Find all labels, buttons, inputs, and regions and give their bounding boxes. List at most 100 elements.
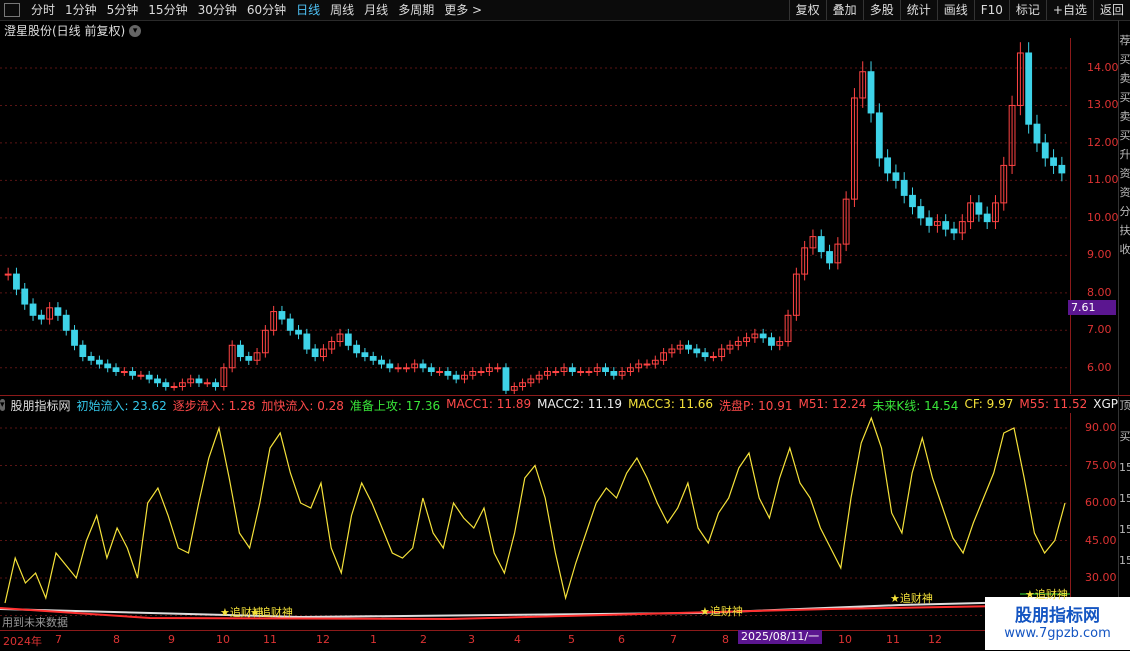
candle-body xyxy=(502,367,510,391)
side-strip-char[interactable]: 分 xyxy=(1119,205,1130,218)
candle-body xyxy=(286,318,294,331)
candle-body xyxy=(353,344,361,354)
date-label: 10 xyxy=(216,633,230,646)
date-label: 2024年 xyxy=(3,635,42,648)
period-tab-9[interactable]: 多周期 xyxy=(393,0,439,20)
candle-body xyxy=(685,344,692,350)
side-strip-char[interactable]: 买 xyxy=(1119,129,1130,142)
period-tab-1[interactable]: 1分钟 xyxy=(60,0,102,20)
candle-body xyxy=(884,157,892,174)
signal-annotation: ★追财神 xyxy=(890,592,933,605)
price-tick: 7.00 xyxy=(1087,323,1112,337)
period-tab-5[interactable]: 60分钟 xyxy=(242,0,291,20)
candle-body xyxy=(162,382,170,388)
candle-body xyxy=(909,194,916,208)
candle-body xyxy=(278,311,286,320)
toolbar-action-7[interactable]: +自选 xyxy=(1045,0,1093,20)
candle-body xyxy=(1041,142,1049,159)
toolbar-action-5[interactable]: F10 xyxy=(973,0,1009,20)
candle-body xyxy=(170,386,178,389)
candle-body xyxy=(477,371,485,374)
chevron-down-icon[interactable]: ▾ xyxy=(0,399,5,411)
indicator-tick: 45.00 xyxy=(1085,533,1117,547)
candle-body xyxy=(1033,123,1041,144)
candle-body xyxy=(975,202,983,215)
candle-body xyxy=(369,356,377,361)
candle-body xyxy=(817,236,825,253)
candle-body xyxy=(419,363,427,369)
toolbar-action-8[interactable]: 返回 xyxy=(1092,0,1130,20)
toolbar-action-4[interactable]: 画线 xyxy=(936,0,974,20)
toolbar-action-3[interactable]: 统计 xyxy=(899,0,937,20)
side-strip-char[interactable]: 扶 xyxy=(1119,224,1130,237)
price-tick: 8.00 xyxy=(1087,285,1112,299)
watermark-title: 股朋指标网 xyxy=(1015,606,1100,626)
date-cursor-label: 2025/08/11/一 xyxy=(738,630,823,644)
indicator-value: 逐步流入: 1.28 xyxy=(172,398,256,413)
signal-annotation: ★追财神 xyxy=(250,606,293,619)
toolbar-action-1[interactable]: 叠加 xyxy=(825,0,863,20)
toolbar-action-6[interactable]: 标记 xyxy=(1008,0,1046,20)
side-strip-char[interactable]: 升 xyxy=(1119,148,1130,161)
date-label: 3 xyxy=(468,633,475,646)
stock-title-text: 澄星股份(日线 前复权) xyxy=(4,24,126,38)
period-tab-0[interactable]: 分时 xyxy=(26,0,60,20)
price-tick: 13.00 xyxy=(1087,98,1119,112)
date-label: 7 xyxy=(55,633,62,646)
indicator-value: MACC1: 11.89 xyxy=(446,397,532,411)
indicator-value: 未来K线: 14.54 xyxy=(872,398,959,413)
indicator-side-char: 15 xyxy=(1119,523,1130,536)
toolbar-action-0[interactable]: 复权 xyxy=(788,0,826,20)
price-chart[interactable] xyxy=(0,38,1070,394)
indicator-tick: 75.00 xyxy=(1085,458,1117,472)
side-strip-char[interactable]: 资 xyxy=(1119,186,1130,199)
indicator-side-strip: 顶买 15 15 15 15 xyxy=(1118,397,1130,627)
candle-body xyxy=(386,363,394,369)
stock-title[interactable]: 澄星股份(日线 前复权) ▾ xyxy=(4,22,142,39)
candle-body xyxy=(427,367,435,373)
candle-body xyxy=(79,344,87,358)
candle-body xyxy=(237,344,244,358)
date-label: 4 xyxy=(514,633,521,646)
candle-body xyxy=(62,314,70,331)
side-strip-char[interactable]: 买 xyxy=(1119,53,1130,66)
date-label: 6 xyxy=(618,633,625,646)
indicator-tick: 30.00 xyxy=(1085,571,1117,584)
candle-body xyxy=(137,374,145,377)
side-strip-char[interactable]: 买 xyxy=(1119,91,1130,104)
window-icon[interactable] xyxy=(4,3,20,17)
action-buttons: 复权 叠加 多股 统计 画线 F10 标记 +自选 返回 xyxy=(788,0,1130,20)
candle-body xyxy=(203,382,211,385)
date-axis: 2024年789101112123456789101112 xyxy=(0,630,1070,651)
candle-body xyxy=(195,378,203,384)
period-tab-2[interactable]: 5分钟 xyxy=(102,0,144,20)
indicator-value: M55: 11.52 xyxy=(1019,397,1088,411)
period-tab-10[interactable]: 更多 > xyxy=(439,0,487,20)
period-tab-3[interactable]: 15分钟 xyxy=(143,0,192,20)
side-tool-strip[interactable]: 荐买卖买卖买升资资分扶收 xyxy=(1118,20,1130,396)
side-strip-char[interactable]: 收 xyxy=(1119,243,1130,256)
period-tab-7[interactable]: 周线 xyxy=(325,0,359,20)
side-strip-char[interactable]: 卖 xyxy=(1119,110,1130,123)
candle-body xyxy=(577,371,585,374)
pane-divider[interactable] xyxy=(0,395,1130,396)
toolbar-action-2[interactable]: 多股 xyxy=(862,0,900,20)
side-strip-char[interactable]: 卖 xyxy=(1119,72,1130,85)
period-tab-4[interactable]: 30分钟 xyxy=(193,0,242,20)
candle-body xyxy=(942,221,950,230)
candle-body xyxy=(1050,157,1057,166)
price-tick: 12.00 xyxy=(1087,135,1119,149)
indicator-name[interactable]: 股朋指标网 xyxy=(11,397,71,413)
side-strip-char[interactable]: 荐 xyxy=(1119,34,1130,47)
chevron-down-icon[interactable]: ▾ xyxy=(129,24,142,37)
price-tick: 11.00 xyxy=(1087,173,1119,187)
date-label: 11 xyxy=(263,633,277,646)
date-label: 8 xyxy=(722,633,729,646)
candle-body xyxy=(104,363,112,369)
indicator-value: M51: 12.24 xyxy=(798,397,867,411)
side-strip-char[interactable]: 资 xyxy=(1119,167,1130,180)
period-tab-8[interactable]: 月线 xyxy=(359,0,393,20)
candle-body xyxy=(693,348,701,354)
candle-body xyxy=(643,363,651,366)
period-tab-6[interactable]: 日线 xyxy=(291,0,325,20)
